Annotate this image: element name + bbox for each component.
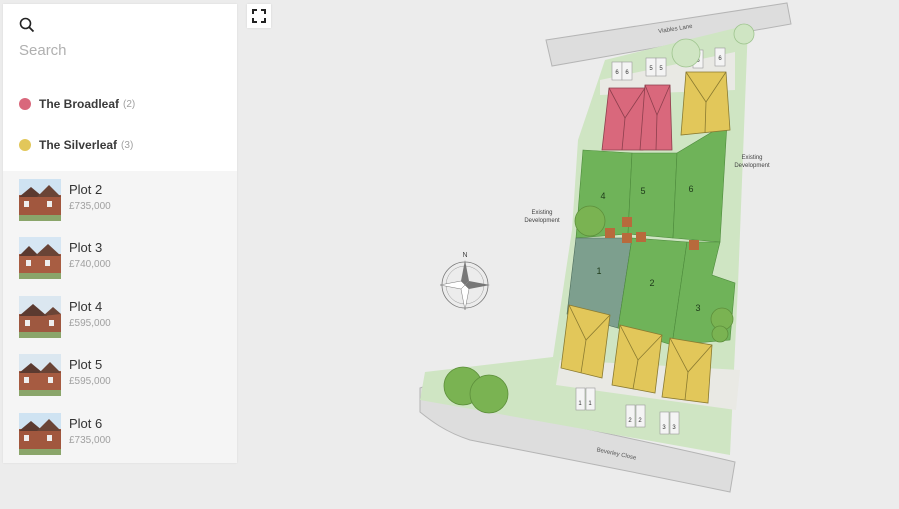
svg-text:Existing: Existing <box>741 155 762 161</box>
legend-count: (2) <box>123 98 136 110</box>
plot-name: Plot 3 <box>69 240 103 255</box>
list-item-plot-4[interactable]: Plot 4 £595,000 <box>3 288 237 346</box>
legend-name: The Broadleaf <box>39 97 120 111</box>
garden-plot-5 <box>627 152 678 239</box>
plot-thumbnail <box>19 237 61 279</box>
tree <box>671 38 701 68</box>
svg-text:Development: Development <box>734 163 770 169</box>
list-item-plot-3[interactable]: Plot 3 £740,000 <box>3 229 237 287</box>
house-silverleaf-plot-1 <box>560 304 611 379</box>
plot-name: Plot 2 <box>69 182 103 197</box>
legend-item-broadleaf[interactable]: The Broadleaf (2) <box>19 94 135 114</box>
house-silverleaf-plot-2 <box>611 324 663 394</box>
svg-text:5: 5 <box>640 186 645 196</box>
tree <box>711 325 729 343</box>
plot-thumbnail <box>19 179 61 221</box>
plot-thumbnail <box>19 413 61 455</box>
svg-text:1: 1 <box>596 266 601 276</box>
tree <box>574 205 606 237</box>
plot-price: £740,000 <box>69 259 111 270</box>
fullscreen-button[interactable] <box>247 4 271 28</box>
search-input[interactable] <box>19 37 219 63</box>
compass-rose: N <box>439 252 490 311</box>
svg-text:2: 2 <box>649 278 654 288</box>
plot-name: Plot 5 <box>69 357 103 372</box>
svg-text:Development: Development <box>524 218 560 224</box>
plot-name: Plot 6 <box>69 416 103 431</box>
list-item-plot-6[interactable]: Plot 6 £735,000 <box>3 405 237 463</box>
shed <box>622 217 632 227</box>
plot-thumbnail <box>19 296 61 338</box>
plot-price: £735,000 <box>69 201 111 212</box>
house-silverleaf-plot-3 <box>661 337 713 404</box>
shed <box>689 240 699 250</box>
legend-name: The Silverleaf <box>39 138 118 152</box>
svg-text:Existing: Existing <box>531 210 552 216</box>
shed <box>636 232 646 242</box>
house-broadleaf-plot-4 <box>601 87 646 151</box>
shed <box>622 233 632 243</box>
legend-item-silverleaf[interactable]: The Silverleaf (3) <box>19 135 133 155</box>
plot-price: £595,000 <box>69 376 111 387</box>
svg-text:N: N <box>462 252 467 259</box>
legend-dot-broadleaf <box>19 98 31 110</box>
existing-development-left: Existing Development <box>524 210 560 224</box>
shed <box>605 228 615 238</box>
search-icon <box>19 17 35 33</box>
list-item-plot-5[interactable]: Plot 5 £595,000 <box>3 346 237 404</box>
search-area <box>3 4 237 74</box>
legend-count: (3) <box>121 139 134 151</box>
fullscreen-icon <box>252 9 266 23</box>
list-item-plot-2[interactable]: Plot 2 £735,000 <box>3 171 237 229</box>
legend-dot-silverleaf <box>19 139 31 151</box>
tree <box>733 23 755 45</box>
svg-text:4: 4 <box>600 191 605 201</box>
house-silverleaf-plot-6 <box>680 71 731 136</box>
plot-list: Plot 2 £735,000 Plot 3 £740,000 Plot 4 £… <box>3 171 237 463</box>
svg-text:6: 6 <box>688 184 693 194</box>
plot-price: £595,000 <box>69 318 111 329</box>
plot-thumbnail <box>19 354 61 396</box>
tree <box>469 374 509 414</box>
house-broadleaf-plot-5 <box>639 84 673 151</box>
svg-text:3: 3 <box>695 303 700 313</box>
plot-name: Plot 4 <box>69 299 103 314</box>
plot-panel: The Broadleaf (2) The Silverleaf (3) Plo… <box>3 4 237 463</box>
plot-price: £735,000 <box>69 435 111 446</box>
